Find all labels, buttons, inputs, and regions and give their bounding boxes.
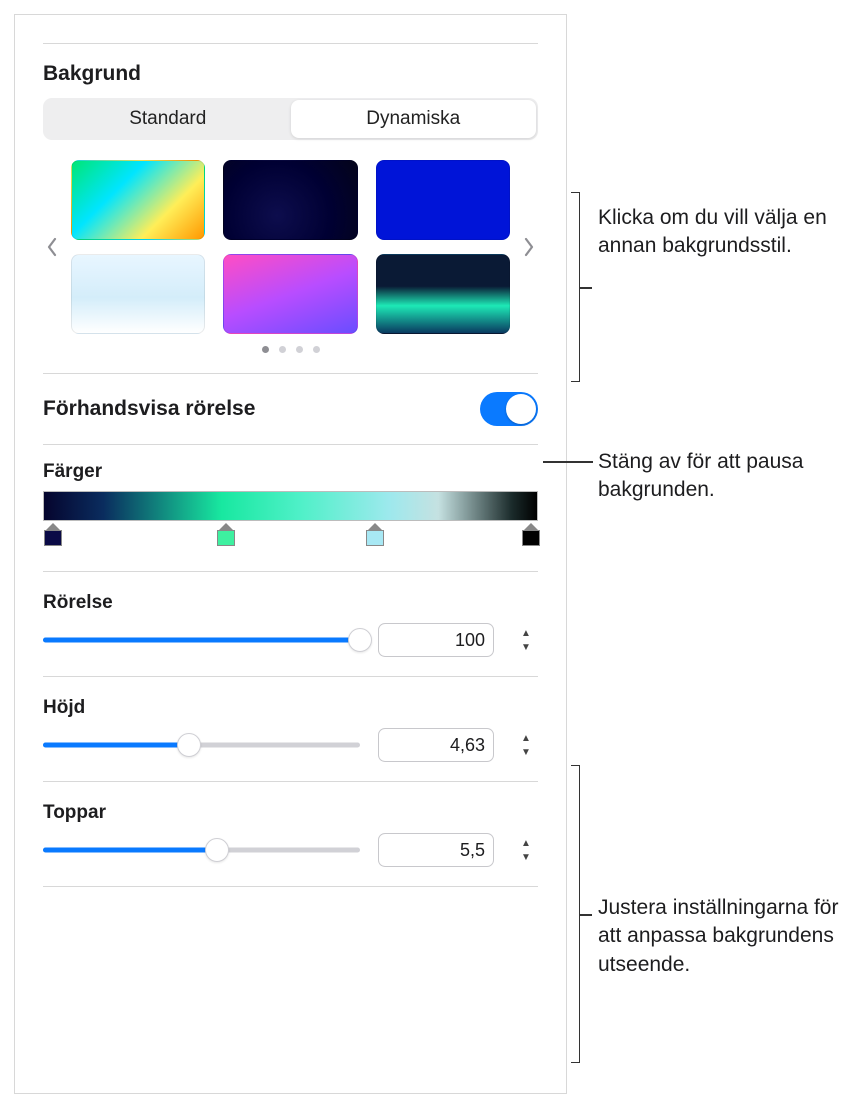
page-dot-2[interactable]	[279, 346, 286, 353]
page-dot-4[interactable]	[313, 346, 320, 353]
background-mode-segmented: Standard Dynamiska	[43, 98, 538, 140]
height-control: Höjd 4,63 ▲ ▼	[43, 677, 538, 781]
callout-sliders: Justera inställningarna för att anpassa …	[598, 894, 844, 979]
colors-label: Färger	[43, 461, 538, 483]
peaks-control: Toppar 5,5 ▲ ▼	[43, 782, 538, 886]
peaks-step-down[interactable]: ▼	[516, 850, 536, 864]
callout-bracket-sliders	[571, 765, 580, 1063]
preview-motion-label: Förhandsvisa rörelse	[43, 397, 255, 421]
page-dot-1[interactable]	[262, 346, 269, 353]
callout-bracket-thumbs	[571, 192, 580, 382]
color-stop-4[interactable]	[522, 523, 540, 545]
background-settings-panel: Bakgrund Standard Dynamiska Förhandsvisa…	[14, 14, 567, 1094]
bg-thumb-1[interactable]	[71, 160, 205, 240]
callout-thumbs: Klicka om du vill välja en annan bakgrun…	[598, 204, 844, 261]
page-dot-3[interactable]	[296, 346, 303, 353]
bg-thumb-5[interactable]	[223, 254, 357, 334]
chevron-right-icon[interactable]	[520, 237, 538, 257]
preview-motion-toggle[interactable]	[480, 392, 538, 426]
chevron-left-icon[interactable]	[43, 237, 61, 257]
motion-step-down[interactable]: ▼	[516, 640, 536, 654]
height-value-input[interactable]: 4,63	[378, 728, 494, 762]
gradient-bar[interactable]	[43, 491, 538, 521]
height-step-down[interactable]: ▼	[516, 745, 536, 759]
peaks-label: Toppar	[43, 802, 538, 824]
height-stepper: ▲ ▼	[516, 727, 538, 763]
gradient-stops	[43, 523, 538, 551]
peaks-value-input[interactable]: 5,5	[378, 833, 494, 867]
callout-tick-thumbs	[580, 287, 592, 289]
color-stop-3[interactable]	[366, 523, 384, 545]
tab-dynamic[interactable]: Dynamiska	[291, 100, 537, 138]
callout-tick-sliders	[580, 914, 592, 916]
motion-value-input[interactable]: 100	[378, 623, 494, 657]
motion-stepper: ▲ ▼	[516, 622, 538, 658]
bg-thumb-2[interactable]	[223, 160, 357, 240]
section-title-background: Bakgrund	[43, 62, 538, 86]
height-slider[interactable]	[43, 733, 360, 757]
bg-thumb-3[interactable]	[376, 160, 510, 240]
callout-line-toggle	[543, 461, 593, 463]
height-step-up[interactable]: ▲	[516, 731, 536, 745]
bg-thumb-4[interactable]	[71, 254, 205, 334]
peaks-stepper: ▲ ▼	[516, 832, 538, 868]
peaks-slider[interactable]	[43, 838, 360, 862]
preview-motion-row: Förhandsvisa rörelse	[43, 374, 538, 444]
motion-label: Rörelse	[43, 592, 538, 614]
motion-value: 100	[379, 630, 493, 651]
peaks-value: 5,5	[379, 840, 493, 861]
colors-section: Färger	[43, 445, 538, 571]
tab-standard[interactable]: Standard	[45, 100, 291, 138]
color-stop-2[interactable]	[217, 523, 235, 545]
background-thumbnails-carousel	[43, 160, 538, 334]
callout-toggle: Stäng av för att pausa bakgrunden.	[598, 448, 844, 505]
bg-thumb-6[interactable]	[376, 254, 510, 334]
pagination-dots	[43, 346, 538, 353]
color-stop-1[interactable]	[44, 523, 62, 545]
motion-control: Rörelse 100 ▲ ▼	[43, 572, 538, 676]
motion-slider[interactable]	[43, 628, 360, 652]
peaks-step-up[interactable]: ▲	[516, 836, 536, 850]
motion-step-up[interactable]: ▲	[516, 626, 536, 640]
height-label: Höjd	[43, 697, 538, 719]
toggle-knob	[506, 394, 536, 424]
height-value: 4,63	[379, 735, 493, 756]
